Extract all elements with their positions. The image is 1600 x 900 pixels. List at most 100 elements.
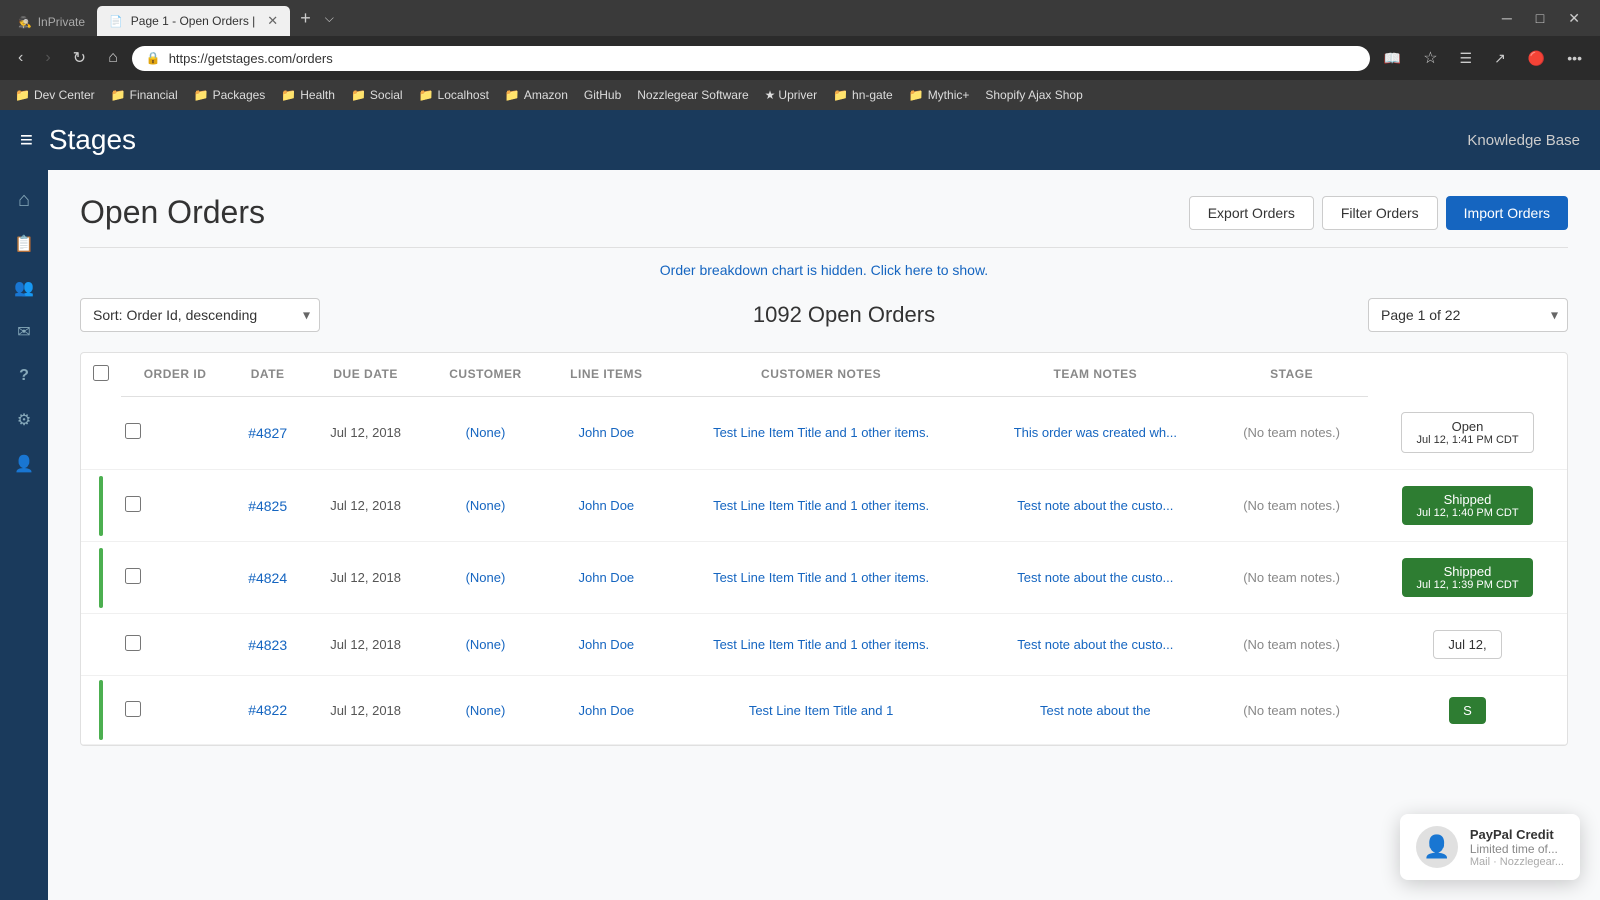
bookmark-nozzlegear[interactable]: Nozzlegear Software [630,85,755,105]
sidebar-item-team[interactable]: 👤 [4,444,44,484]
due-date-cell[interactable]: (None) [425,470,546,542]
page-select[interactable]: Page 1 of 22 Page 2 of 22 Page 3 of 22 [1368,298,1568,332]
bookmark-hn-gate[interactable]: 📁 hn-gate [826,85,900,105]
favorites-btn[interactable]: ☆ [1415,44,1445,72]
row-checkbox[interactable] [125,701,141,717]
sidebar-item-help[interactable]: ? [4,356,44,396]
due-date-cell[interactable]: (None) [425,614,546,676]
stage-cell[interactable]: Jul 12, [1368,614,1567,676]
customer-notes-cell[interactable]: Test note about the custo... [975,614,1215,676]
row-checkbox[interactable] [125,635,141,651]
bookmark-localhost[interactable]: 📁 Localhost [412,85,496,105]
chart-hidden-message[interactable]: Order breakdown chart is hidden. Click h… [80,262,1568,278]
customer-cell[interactable]: John Doe [546,470,667,542]
refresh-btn[interactable]: ↻ [65,44,94,72]
hub-btn[interactable]: ☰ [1452,46,1481,71]
active-tab[interactable]: 📄 Page 1 - Open Orders | ✕ [97,6,290,36]
share-btn[interactable]: ↗ [1486,46,1514,71]
sidebar-item-customers[interactable]: 👥 [4,268,44,308]
bookmark-shopify[interactable]: Shopify Ajax Shop [978,85,1089,105]
minimize-btn[interactable]: ─ [1490,6,1524,31]
sort-select[interactable]: Sort: Order Id, descending Sort: Order I… [80,298,320,332]
tab-dropdown-btn[interactable]: ⌵ [321,11,338,26]
hamburger-icon[interactable]: ≡ [20,127,33,153]
table-row[interactable]: #4823 Jul 12, 2018 (None) John Doe Test … [81,614,1567,676]
due-date-cell[interactable]: (None) [425,676,546,745]
maximize-btn[interactable]: □ [1524,6,1556,31]
line-items-cell[interactable]: Test Line Item Title and 1 other items. [667,614,976,676]
bookmark-dev-center[interactable]: 📁 Dev Center [8,85,102,105]
select-all-checkbox[interactable] [93,365,109,381]
inprivate-tab[interactable]: 🕵 InPrivate [8,8,95,36]
table-row[interactable]: #4825 Jul 12, 2018 (None) John Doe Test … [81,470,1567,542]
table-row[interactable]: #4827 Jul 12, 2018 (None) John Doe Test … [81,396,1567,470]
bookmark-amazon[interactable]: 📁 Amazon [498,85,575,105]
orders-table: ORDER ID DATE DUE DATE CUSTOMER LINE ITE… [81,353,1567,745]
row-checkbox-cell[interactable] [121,396,229,470]
filter-orders-btn[interactable]: Filter Orders [1322,196,1438,230]
stage-cell[interactable]: Shipped Jul 12, 1:39 PM CDT [1368,542,1567,614]
row-checkbox[interactable] [125,496,141,512]
sidebar-item-settings[interactable]: ⚙ [4,400,44,440]
line-items-cell[interactable]: Test Line Item Title and 1 other items. [667,396,976,470]
back-btn[interactable]: ‹ [10,45,31,71]
import-orders-btn[interactable]: Import Orders [1446,196,1568,230]
more-btn[interactable]: ••• [1559,46,1590,70]
forward-btn[interactable]: › [37,45,58,71]
stage-cell[interactable]: S [1368,676,1567,745]
sidebar-item-messages[interactable]: ✉ [4,312,44,352]
customer-notes-cell[interactable]: Test note about the [975,676,1215,745]
sidebar-item-orders[interactable]: 📋 [4,224,44,264]
order-id-cell[interactable]: #4823 [229,614,306,676]
home-btn[interactable]: ⌂ [100,45,126,71]
customer-notes-cell[interactable]: This order was created wh... [975,396,1215,470]
row-checkbox-cell[interactable] [121,676,229,745]
tab-close-btn[interactable]: ✕ [267,13,278,29]
new-tab-btn[interactable]: + [292,8,319,29]
paypal-notification[interactable]: 👤 PayPal Credit Limited time of... Mail … [1400,814,1580,880]
customer-notes-cell[interactable]: Test note about the custo... [975,470,1215,542]
bookmark-upriver[interactable]: ★ Upriver [758,85,824,105]
stage-cell[interactable]: Open Jul 12, 1:41 PM CDT [1368,396,1567,470]
customer-cell[interactable]: John Doe [546,542,667,614]
knowledge-base-link[interactable]: Knowledge Base [1467,132,1580,149]
address-bar[interactable]: 🔒 https://getstages.com/orders [132,46,1370,71]
reader-btn[interactable]: 📖 [1376,46,1409,71]
bookmark-social[interactable]: 📁 Social [344,85,410,105]
row-checkbox-cell[interactable] [121,542,229,614]
row-checkbox-cell[interactable] [121,614,229,676]
sidebar-item-home[interactable]: ⌂ [4,180,44,220]
profile-btn[interactable]: 🔴 [1520,46,1553,71]
order-id-cell[interactable]: #4825 [229,470,306,542]
export-orders-btn[interactable]: Export Orders [1189,196,1314,230]
order-id-link[interactable]: #4825 [248,498,287,514]
bookmark-github[interactable]: GitHub [577,85,628,105]
due-date-cell[interactable]: (None) [425,396,546,470]
customer-cell[interactable]: John Doe [546,676,667,745]
line-items-cell[interactable]: Test Line Item Title and 1 other items. [667,542,976,614]
customer-notes-cell[interactable]: Test note about the custo... [975,542,1215,614]
row-checkbox-cell[interactable] [121,470,229,542]
due-date-cell[interactable]: (None) [425,542,546,614]
bookmark-packages[interactable]: 📁 Packages [187,85,273,105]
table-row[interactable]: #4824 Jul 12, 2018 (None) John Doe Test … [81,542,1567,614]
order-id-link[interactable]: #4822 [248,702,287,718]
bookmark-financial[interactable]: 📁 Financial [104,85,185,105]
order-id-cell[interactable]: #4822 [229,676,306,745]
customer-cell[interactable]: John Doe [546,614,667,676]
line-items-cell[interactable]: Test Line Item Title and 1 other items. [667,470,976,542]
bookmark-mythic[interactable]: 📁 Mythic+ [902,85,977,105]
stage-cell[interactable]: Shipped Jul 12, 1:40 PM CDT [1368,470,1567,542]
order-id-link[interactable]: #4827 [248,425,287,441]
order-id-link[interactable]: #4823 [248,637,287,653]
bookmark-health[interactable]: 📁 Health [274,85,342,105]
customer-cell[interactable]: John Doe [546,396,667,470]
row-checkbox[interactable] [125,568,141,584]
row-checkbox[interactable] [125,423,141,439]
table-row[interactable]: #4822 Jul 12, 2018 (None) John Doe Test … [81,676,1567,745]
order-id-cell[interactable]: #4827 [229,396,306,470]
line-items-cell[interactable]: Test Line Item Title and 1 [667,676,976,745]
close-btn[interactable]: ✕ [1556,6,1592,31]
order-id-link[interactable]: #4824 [248,570,287,586]
order-id-cell[interactable]: #4824 [229,542,306,614]
